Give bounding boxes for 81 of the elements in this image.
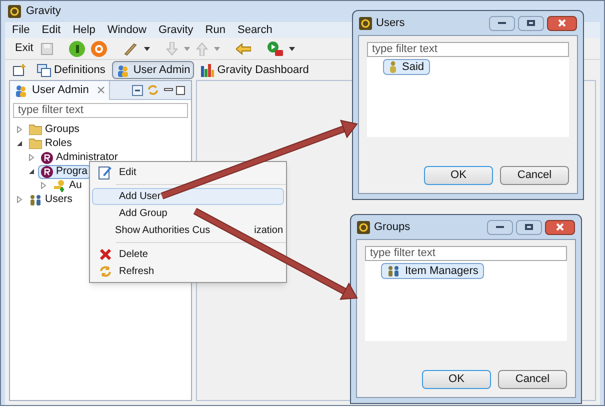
close-button[interactable]	[545, 220, 575, 234]
close-button[interactable]	[547, 16, 577, 30]
menu-item[interactable]: Delete	[92, 246, 284, 263]
maximize-icon[interactable]	[176, 86, 185, 94]
app-logo-icon	[357, 220, 370, 234]
minimize-button[interactable]	[487, 220, 513, 234]
menu-item-label: Refresh	[118, 265, 154, 279]
window-title: Gravity	[26, 4, 61, 20]
role-badge-icon	[41, 152, 53, 164]
tree-item[interactable]: Groups	[26, 122, 82, 136]
dialog-button[interactable]: Cancel	[498, 370, 567, 389]
menu-item[interactable]: Add Group	[92, 205, 284, 222]
menu-item[interactable]: Refresh	[92, 263, 284, 280]
menu-item[interactable]: Window	[107, 22, 146, 38]
dialog-button[interactable]: OK	[422, 370, 491, 389]
person-key-icon	[53, 179, 66, 192]
menu-item[interactable]: Edit	[92, 164, 284, 181]
menu-item[interactable]: Show Authorities Cus ization	[92, 222, 284, 239]
menu-item[interactable]: Gravity	[158, 22, 194, 38]
expander-icon[interactable]	[16, 140, 23, 147]
windows-icon	[37, 64, 51, 76]
app-logo-icon	[359, 16, 372, 30]
perspective-tab[interactable]: Definitions	[33, 61, 110, 79]
person-icon	[389, 61, 397, 73]
menu-item-label: Add User	[118, 190, 161, 204]
menu-item[interactable]: Search	[237, 22, 272, 38]
app-logo-icon	[8, 5, 21, 18]
close-icon	[558, 19, 566, 27]
collapse-all-icon[interactable]	[132, 84, 143, 96]
refresh-icon	[98, 265, 112, 278]
dropdown-caret-icon[interactable]	[289, 46, 296, 50]
power-icon[interactable]	[91, 40, 108, 56]
dialog-button[interactable]: Cancel	[500, 166, 569, 185]
dialog-title: Groups	[374, 220, 410, 235]
folder-icon	[29, 138, 42, 149]
filter-field[interactable]: type filter text	[365, 246, 567, 261]
notepad-icon	[98, 165, 112, 180]
tree-item[interactable]: Roles	[26, 136, 75, 150]
tree-item[interactable]: Au	[50, 178, 85, 192]
menu-item[interactable]: Run	[205, 22, 226, 38]
tree-item[interactable]: Users	[26, 192, 76, 206]
dropdown-caret-icon[interactable]	[144, 46, 150, 50]
delete-icon	[100, 249, 110, 260]
run-icon[interactable]	[267, 41, 284, 56]
open-perspective-icon[interactable]	[13, 64, 26, 76]
dialog-button[interactable]: OK	[424, 166, 493, 185]
role-badge-icon	[41, 166, 53, 178]
menu-item-label: Add Group	[118, 207, 168, 221]
menu-item[interactable]: Add User	[92, 188, 284, 205]
people-icon	[29, 194, 42, 206]
menu-item[interactable]: File	[12, 22, 30, 38]
menu-item-label: Show Authorities Cus	[114, 224, 210, 238]
menu-item[interactable]: Help	[72, 22, 96, 38]
people-icon	[387, 265, 400, 277]
perspective-tab[interactable]: Gravity Dashboard	[197, 61, 313, 79]
back-arrow-icon[interactable]	[236, 42, 252, 54]
list-item[interactable]: Item Managers	[381, 263, 484, 279]
list-item[interactable]: Said	[383, 59, 430, 75]
maximize-button[interactable]	[516, 220, 542, 234]
close-icon[interactable]	[96, 86, 105, 94]
close-icon	[556, 223, 564, 231]
dialog-title: Users	[376, 16, 405, 31]
exit-button[interactable]: Exit	[13, 40, 36, 57]
maximize-button[interactable]	[518, 16, 544, 30]
menu-item-label: Edit	[118, 166, 136, 180]
menu-item-label: ization	[253, 224, 283, 238]
tree-item[interactable]: Administrator	[38, 150, 121, 164]
bar-chart-icon	[201, 64, 214, 76]
expander-icon[interactable]	[28, 168, 35, 175]
info-icon[interactable]	[69, 40, 86, 56]
folder-icon	[29, 124, 42, 135]
perspective-tab[interactable]: User Admin	[112, 61, 194, 79]
menu-item-label: Delete	[118, 248, 148, 262]
minimize-button[interactable]	[489, 16, 515, 30]
view-tab[interactable]: User Admin	[10, 80, 110, 100]
filter-field[interactable]: type filter text	[367, 42, 569, 57]
tree-item[interactable]: Progra	[38, 164, 91, 178]
filter-field[interactable]: type filter text	[13, 102, 188, 118]
menu-item[interactable]: Edit	[42, 22, 61, 38]
users-icon	[14, 84, 28, 96]
users-icon	[116, 64, 130, 76]
